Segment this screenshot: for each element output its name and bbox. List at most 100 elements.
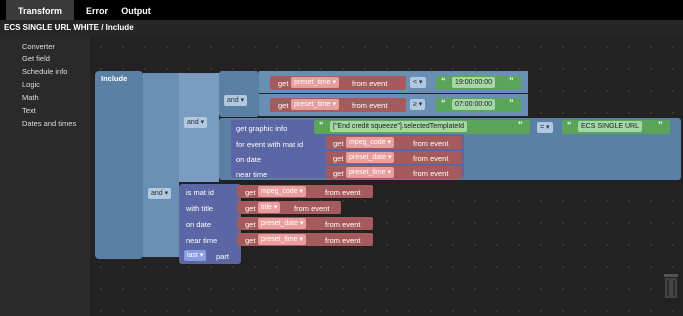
- get-label: get: [278, 79, 289, 88]
- include-label: Include: [101, 74, 128, 83]
- include-block[interactable]: [95, 71, 143, 259]
- operator-value: =: [540, 124, 545, 131]
- is-mat-id-label: is mat id: [186, 188, 214, 197]
- near-time-label: near time: [236, 170, 268, 179]
- open-quote-icon: “: [567, 120, 572, 130]
- get-label: get: [245, 188, 256, 197]
- get-label: get: [333, 169, 344, 178]
- field-dropdown-preset-time[interactable]: preset_time ▾: [258, 234, 307, 245]
- field-dropdown-preset-time[interactable]: preset_time ▾: [346, 167, 395, 178]
- open-quote-icon: “: [441, 98, 446, 108]
- field-dropdown-mpeg-code[interactable]: mpeg_code ▾: [258, 186, 307, 197]
- chevron-down-icon: ▾: [299, 220, 304, 227]
- sidebar-item-get-field[interactable]: Get field: [22, 54, 50, 63]
- operator-dropdown-ge[interactable]: ≥ ▾: [410, 99, 426, 110]
- near-time-label: near time: [186, 236, 218, 245]
- for-event-label: for event with mat id: [236, 140, 304, 149]
- chevron-down-icon: ▾: [387, 139, 392, 146]
- field-dropdown-title[interactable]: title ▾: [258, 202, 281, 213]
- field-value: preset_date: [349, 154, 386, 161]
- on-date-label: on date: [186, 220, 212, 229]
- sidebar-item-schedule-info[interactable]: Schedule info: [22, 67, 67, 76]
- close-quote-icon: ”: [518, 120, 523, 130]
- part-dropdown[interactable]: last ▾: [184, 250, 207, 261]
- close-quote-icon: ”: [658, 120, 663, 130]
- chevron-down-icon: ▾: [200, 119, 205, 126]
- chevron-down-icon: ▾: [299, 188, 304, 195]
- chevron-down-icon: ▾: [240, 97, 245, 104]
- chevron-down-icon: ▾: [199, 252, 204, 259]
- part-value: last: [187, 252, 198, 259]
- chevron-down-icon: ▾: [164, 190, 169, 197]
- from-event-label: from event: [294, 204, 330, 213]
- get-label: get: [333, 154, 344, 163]
- field-value: preset_time: [294, 79, 331, 86]
- chevron-down-icon: ▾: [387, 154, 392, 161]
- field-value: title: [261, 204, 272, 211]
- toolbox-sidebar: Converter Get field Schedule info Logic …: [0, 36, 90, 316]
- sidebar-item-converter[interactable]: Converter: [22, 42, 55, 51]
- and-block-time[interactable]: [219, 71, 259, 117]
- from-event-label: from event: [325, 236, 361, 245]
- time1-value[interactable]: 19:00:00:00: [452, 77, 495, 88]
- field-value: preset_time: [261, 236, 298, 243]
- block-workspace[interactable]: Include and ▾ and ▾ and ▾ get preset_tim…: [90, 36, 683, 316]
- and-block-outer[interactable]: [143, 73, 179, 257]
- sidebar-item-dates-and-times[interactable]: Dates and times: [22, 119, 76, 128]
- from-event-label: from event: [352, 101, 388, 110]
- and-dropdown-3[interactable]: and ▾: [148, 188, 172, 199]
- get-label: get: [278, 101, 289, 110]
- field-value: preset_time: [349, 169, 386, 176]
- trash-icon[interactable]: [663, 274, 679, 300]
- field-dropdown-mpeg-code[interactable]: mpeg_code ▾: [346, 137, 395, 148]
- chevron-down-icon: ▾: [419, 79, 423, 86]
- chevron-down-icon: ▾: [387, 169, 392, 176]
- tab-transform[interactable]: Transform: [6, 0, 74, 20]
- get-label: get: [245, 220, 256, 229]
- get-label: get: [245, 204, 256, 213]
- get-label: get: [245, 236, 256, 245]
- operator-dropdown-lt[interactable]: < ▾: [410, 77, 426, 88]
- on-date-label: on date: [236, 155, 262, 164]
- operator-dropdown-eq[interactable]: = ▾: [537, 122, 553, 133]
- and-label: and: [151, 190, 163, 197]
- close-quote-icon: ”: [509, 76, 514, 86]
- get-label: get: [333, 139, 344, 148]
- chevron-down-icon: ▾: [418, 101, 423, 108]
- and-label: and: [227, 97, 239, 104]
- template-expr-value[interactable]: ["End credit squeeze"].selectedTemplateI…: [330, 121, 468, 132]
- part-label: part: [216, 252, 229, 261]
- chevron-down-icon: ▾: [546, 124, 550, 131]
- operator-value: ≥: [413, 101, 417, 108]
- field-dropdown-preset-date[interactable]: preset_date ▾: [258, 218, 307, 229]
- field-dropdown-preset-date[interactable]: preset_date ▾: [346, 152, 395, 163]
- and-dropdown-2[interactable]: and ▾: [184, 117, 208, 128]
- field-dropdown-preset-time[interactable]: preset_time ▾: [291, 77, 340, 88]
- from-event-label: from event: [325, 188, 361, 197]
- time2-value[interactable]: 07:00:00:00: [452, 99, 495, 110]
- field-value: mpeg_code: [349, 139, 386, 146]
- open-quote-icon: “: [319, 120, 324, 130]
- ecs-value[interactable]: ECS SINGLE URL: [578, 121, 642, 132]
- tab-error[interactable]: Error: [80, 0, 114, 20]
- open-quote-icon: “: [441, 76, 446, 86]
- sidebar-item-math[interactable]: Math: [22, 93, 39, 102]
- and-dropdown[interactable]: and ▾: [224, 95, 248, 106]
- tab-output[interactable]: Output: [116, 0, 156, 20]
- from-event-label: from event: [413, 139, 449, 148]
- from-event-label: from event: [325, 220, 361, 229]
- sidebar-item-text[interactable]: Text: [22, 106, 36, 115]
- sidebar-item-logic[interactable]: Logic: [22, 80, 40, 89]
- field-value: preset_date: [261, 220, 298, 227]
- field-dropdown-preset-time[interactable]: preset_time ▾: [291, 99, 340, 110]
- chevron-down-icon: ▾: [299, 236, 304, 243]
- field-value: mpeg_code: [261, 188, 298, 195]
- chevron-down-icon: ▾: [332, 79, 337, 86]
- get-graphic-info-label: get graphic info: [236, 124, 288, 133]
- field-value: preset_time: [294, 101, 331, 108]
- with-title-label: with title: [186, 204, 214, 213]
- breadcrumb: ECS SINGLE URL WHITE / Include: [0, 20, 683, 36]
- operator-value: <: [413, 79, 418, 86]
- and-label: and: [187, 119, 199, 126]
- close-quote-icon: ”: [509, 98, 514, 108]
